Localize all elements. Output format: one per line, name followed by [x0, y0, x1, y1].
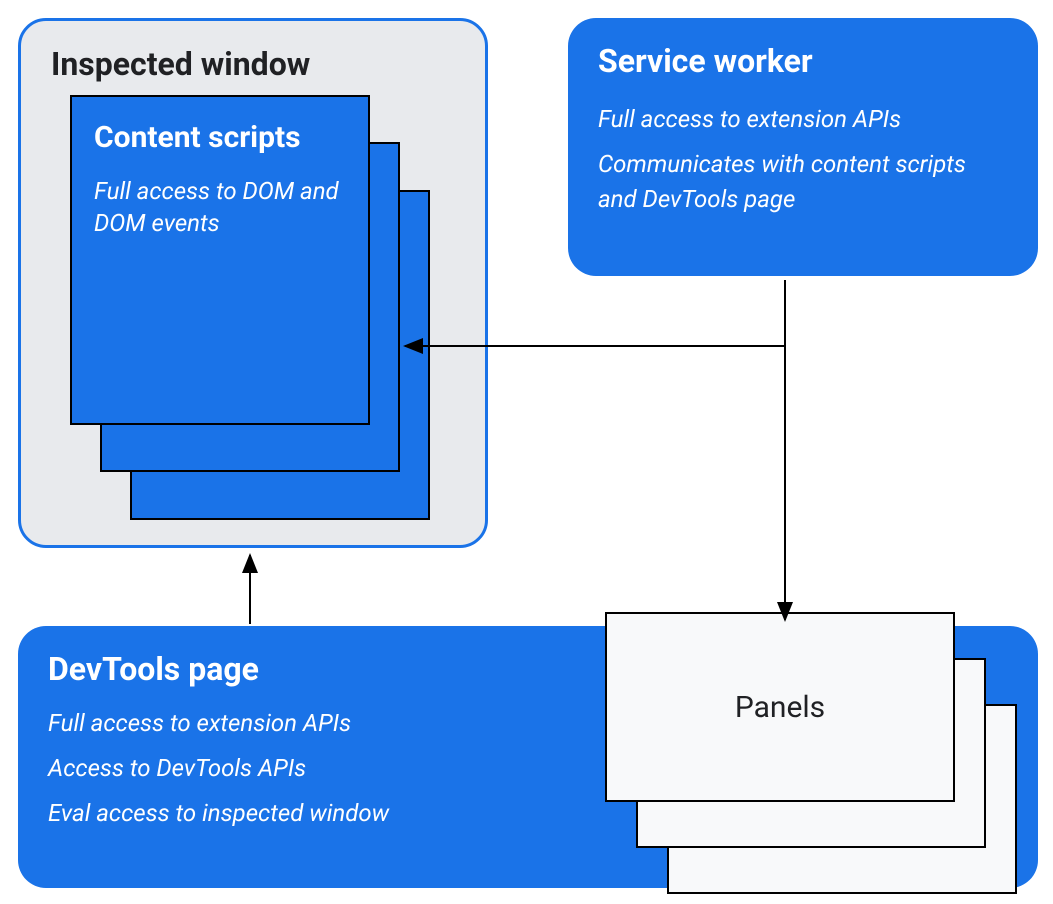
- content-scripts-title: Content scripts: [94, 119, 346, 157]
- content-script-card-front: Content scripts Full access to DOM and D…: [70, 95, 370, 425]
- service-worker-box: Service worker Full access to extension …: [568, 18, 1038, 276]
- panels-label: Panels: [735, 690, 825, 725]
- service-worker-desc-1: Full access to extension APIs: [598, 102, 1008, 137]
- panel-card-front: Panels: [605, 612, 955, 802]
- inspected-window-title: Inspected window: [51, 45, 455, 83]
- service-worker-title: Service worker: [598, 42, 1008, 80]
- content-scripts-desc: Full access to DOM and DOM events: [94, 175, 346, 240]
- panels-stack: Panels: [605, 612, 955, 812]
- service-worker-desc-2: Communicates with content scripts and De…: [598, 147, 1008, 217]
- content-scripts-stack: Content scripts Full access to DOM and D…: [70, 95, 370, 425]
